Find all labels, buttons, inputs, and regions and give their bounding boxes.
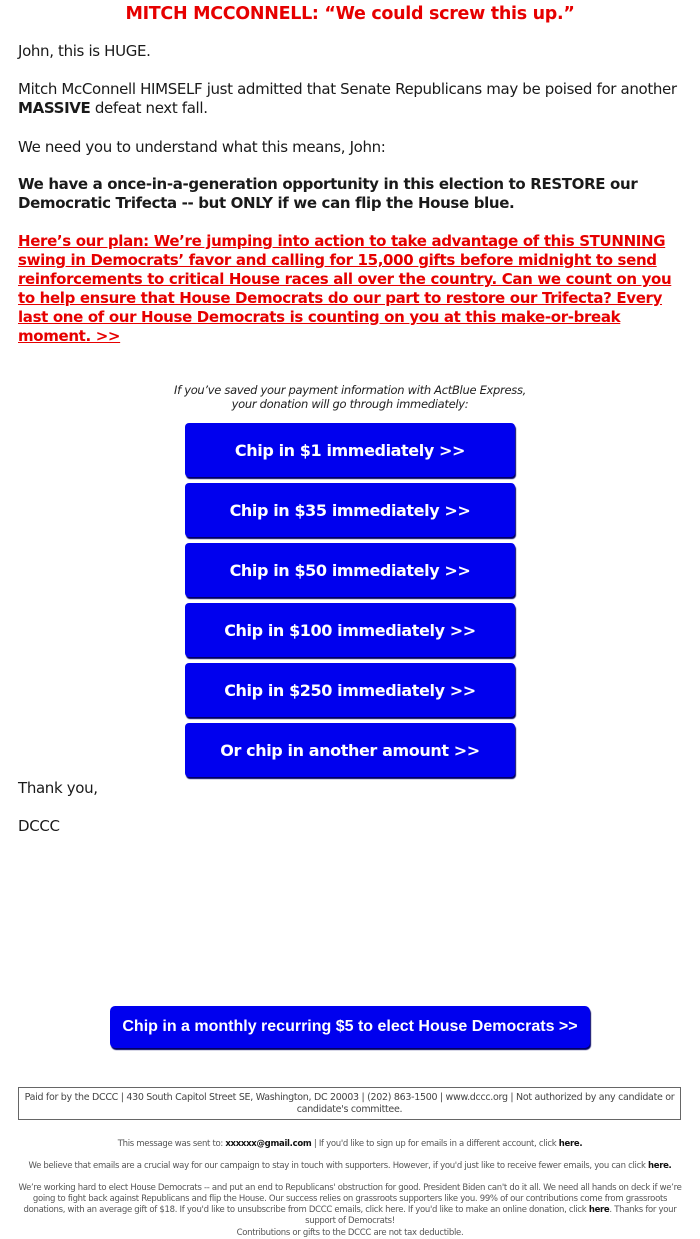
working-hard-paragraph: We’re working hard to elect House Democr… bbox=[18, 1183, 682, 1227]
donate-100-button[interactable]: Chip in $100 immediately >> bbox=[185, 603, 515, 657]
greeting: John, this is HUGE. bbox=[18, 42, 151, 60]
monthly-recurring-button[interactable]: Chip in a monthly recurring $5 to elect … bbox=[110, 1006, 590, 1048]
donate-other-amount-button[interactable]: Or chip in another amount >> bbox=[185, 723, 515, 777]
closing-thanks: Thank you, bbox=[18, 779, 98, 797]
working-hard-text: We’re working hard to elect House Democr… bbox=[18, 1183, 682, 1215]
admission-paragraph: Mitch McConnell HIMSELF just admitted th… bbox=[18, 80, 688, 118]
online-donation-link[interactable]: here bbox=[589, 1205, 610, 1215]
headline: MITCH MCCONNELL: “We could screw this up… bbox=[125, 4, 575, 24]
sent-to-suffix: | If you'd like to sign up for emails in… bbox=[311, 1139, 559, 1149]
paid-for-disclaimer: Paid for by the DCCC | 430 South Capitol… bbox=[18, 1087, 681, 1120]
recipient-email: xxxxxx@gmail.com bbox=[225, 1139, 312, 1149]
sent-to-line: This message was sent to: xxxxxx@gmail.c… bbox=[18, 1139, 682, 1150]
fewer-emails-line: We believe that emails are a crucial way… bbox=[18, 1161, 682, 1172]
plan-link[interactable]: Here’s our plan: We’re jumping into acti… bbox=[18, 232, 690, 346]
donate-35-button[interactable]: Chip in $35 immediately >> bbox=[185, 483, 515, 537]
signature: DCCC bbox=[18, 817, 60, 835]
tax-notice: Contributions or gifts to the DCCC are n… bbox=[236, 1228, 464, 1238]
actblue-note: If you’ve saved your payment information… bbox=[174, 383, 526, 411]
donate-50-button[interactable]: Chip in $50 immediately >> bbox=[185, 543, 515, 597]
sent-to-prefix: This message was sent to: bbox=[117, 1139, 226, 1149]
donate-1-button[interactable]: Chip in $1 immediately >> bbox=[185, 423, 515, 477]
fewer-emails-link[interactable]: here. bbox=[648, 1161, 672, 1171]
donate-250-button[interactable]: Chip in $250 immediately >> bbox=[185, 663, 515, 717]
signup-different-account-link[interactable]: here. bbox=[559, 1139, 583, 1149]
admission-prefix: Mitch McConnell HIMSELF just admitted th… bbox=[18, 80, 677, 98]
admission-bold: MASSIVE bbox=[18, 99, 91, 117]
opportunity-paragraph: We have a once-in-a-generation opportuni… bbox=[18, 175, 638, 212]
admission-suffix: defeat next fall. bbox=[90, 99, 208, 117]
fewer-emails-text: We believe that emails are a crucial way… bbox=[28, 1161, 648, 1171]
understand-paragraph: We need you to understand what this mean… bbox=[18, 138, 386, 156]
